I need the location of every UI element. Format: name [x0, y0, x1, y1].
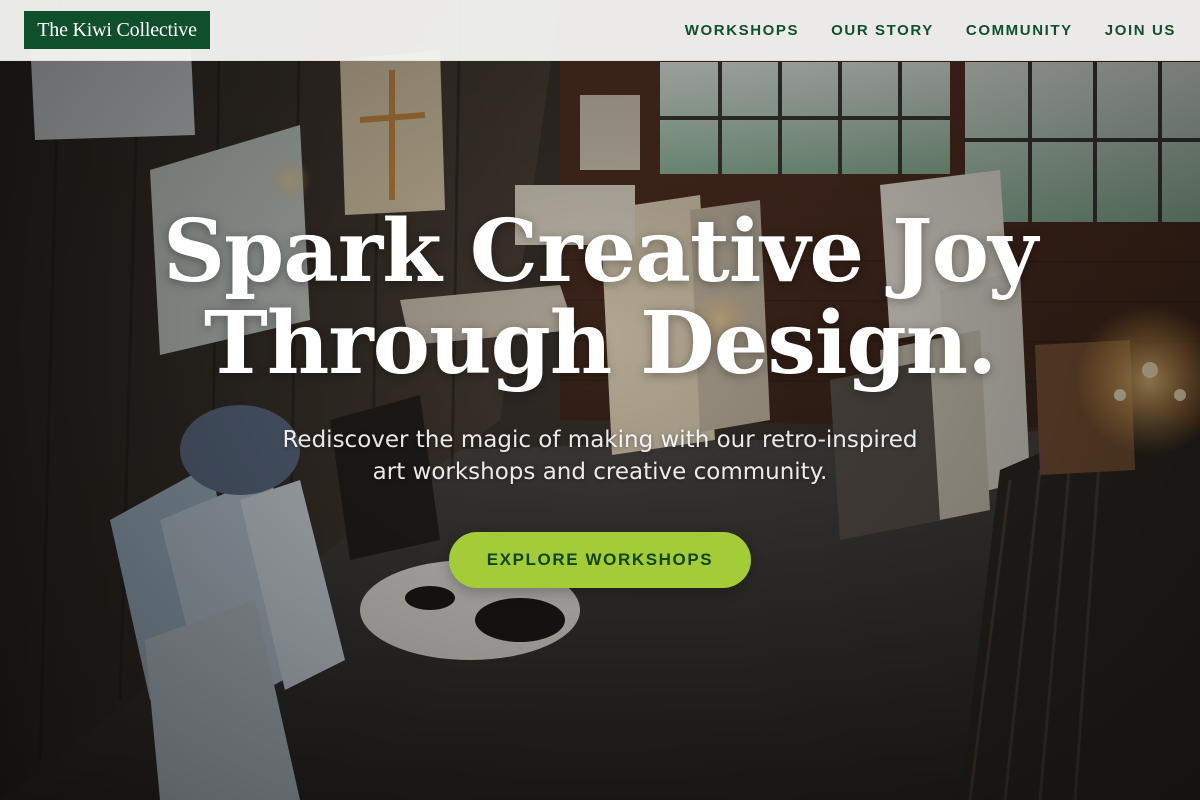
nav-link-workshops[interactable]: WORKSHOPS: [685, 22, 799, 39]
logo[interactable]: The Kiwi Collective: [24, 11, 210, 49]
hero-subtitle-line-2: art workshops and creative community.: [372, 459, 828, 485]
hero-title-line-2: Through Design.: [203, 293, 997, 394]
nav-link-our-story[interactable]: OUR STORY: [831, 22, 934, 39]
hero-subtitle-line-1: Rediscover the magic of making with our …: [282, 427, 918, 453]
hero-title: Spark Creative Joy Through Design.: [0, 206, 1200, 390]
main-nav: WORKSHOPS OUR STORY COMMUNITY JOIN US: [685, 0, 1176, 61]
page: The Kiwi Collective WORKSHOPS OUR STORY …: [0, 0, 1200, 800]
nav-link-join-us[interactable]: JOIN US: [1105, 22, 1176, 39]
explore-workshops-button[interactable]: EXPLORE WORKSHOPS: [449, 532, 751, 588]
site-header: The Kiwi Collective WORKSHOPS OUR STORY …: [0, 0, 1200, 61]
hero-section: Spark Creative Joy Through Design. Redis…: [0, 206, 1200, 488]
hero-title-line-1: Spark Creative Joy: [162, 201, 1038, 302]
hero-subtitle: Rediscover the magic of making with our …: [250, 424, 950, 488]
nav-link-community[interactable]: COMMUNITY: [966, 22, 1073, 39]
